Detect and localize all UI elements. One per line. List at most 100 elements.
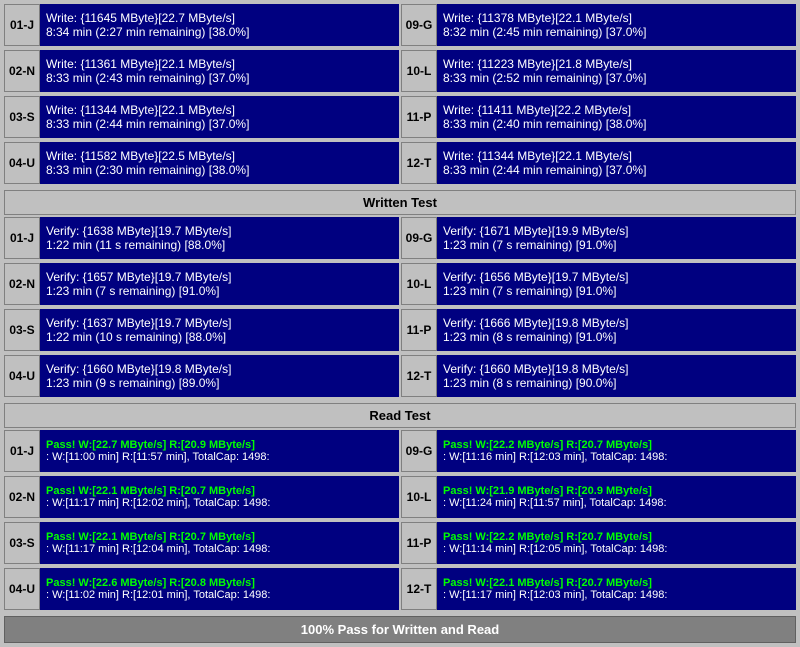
verify-line1-11p: Verify: {1666 MByte}[19.8 MByte/s] (443, 316, 790, 330)
write-cell-10l: Write: {11223 MByte}[21.8 MByte/s] 8:33 … (437, 50, 796, 92)
read-line2-10l: : W:[11:24 min] R:[11:57 min], TotalCap:… (443, 497, 790, 509)
table-row: 09-G Verify: {1671 MByte}[19.9 MByte/s] … (401, 217, 796, 259)
row-id-04u: 04-U (4, 142, 40, 184)
read-line1-04u: Pass! W:[22.6 MByte/s] R:[20.8 MByte/s] (46, 577, 393, 589)
table-row: 10-L Pass! W:[21.9 MByte/s] R:[20.9 MByt… (401, 476, 796, 518)
verify-id-09g: 09-G (401, 217, 437, 259)
verify-id-10l: 10-L (401, 263, 437, 305)
read-line1-11p: Pass! W:[22.2 MByte/s] R:[20.7 MByte/s] (443, 531, 790, 543)
verify-line2-10l: 1:23 min (7 s remaining) [91.0%] (443, 284, 790, 298)
write-line2-04u: 8:33 min (2:30 min remaining) [38.0%] (46, 163, 393, 177)
verify-line2-11p: 1:23 min (8 s remaining) [91.0%] (443, 330, 790, 344)
read-line2-01j: : W:[11:00 min] R:[11:57 min], TotalCap:… (46, 451, 393, 463)
read-cell-04u: Pass! W:[22.6 MByte/s] R:[20.8 MByte/s] … (40, 568, 399, 610)
read-cell-01j: Pass! W:[22.7 MByte/s] R:[20.9 MByte/s] … (40, 430, 399, 472)
verify-cell-09g: Verify: {1671 MByte}[19.9 MByte/s] 1:23 … (437, 217, 796, 259)
write-cell-02n: Write: {11361 MByte}[22.1 MByte/s] 8:33 … (40, 50, 399, 92)
read-id-03s: 03-S (4, 522, 40, 564)
table-row: 12-T Verify: {1660 MByte}[19.8 MByte/s] … (401, 355, 796, 397)
write-line1-04u: Write: {11582 MByte}[22.5 MByte/s] (46, 149, 393, 163)
table-row: 03-S Verify: {1637 MByte}[19.7 MByte/s] … (4, 309, 399, 351)
write-line2-12t: 8:33 min (2:44 min remaining) [37.0%] (443, 163, 790, 177)
write-line2-10l: 8:33 min (2:52 min remaining) [37.0%] (443, 71, 790, 85)
write-line1-10l: Write: {11223 MByte}[21.8 MByte/s] (443, 57, 790, 71)
read-cell-02n: Pass! W:[22.1 MByte/s] R:[20.7 MByte/s] … (40, 476, 399, 518)
table-row: 11-P Pass! W:[22.2 MByte/s] R:[20.7 MByt… (401, 522, 796, 564)
table-row: 01-J Write: {11645 MByte}[22.7 MByte/s] … (4, 4, 399, 46)
verify-cell-03s: Verify: {1637 MByte}[19.7 MByte/s] 1:22 … (40, 309, 399, 351)
read-id-02n: 02-N (4, 476, 40, 518)
footer-status: 100% Pass for Written and Read (4, 616, 796, 643)
read-cell-11p: Pass! W:[22.2 MByte/s] R:[20.7 MByte/s] … (437, 522, 796, 564)
verify-line1-10l: Verify: {1656 MByte}[19.7 MByte/s] (443, 270, 790, 284)
read-line1-03s: Pass! W:[22.1 MByte/s] R:[20.7 MByte/s] (46, 531, 393, 543)
verify-cell-02n: Verify: {1657 MByte}[19.7 MByte/s] 1:23 … (40, 263, 399, 305)
read-right-col: 09-G Pass! W:[22.2 MByte/s] R:[20.7 MByt… (401, 430, 796, 612)
verify-line2-04u: 1:23 min (9 s remaining) [89.0%] (46, 376, 393, 390)
table-row: 01-J Verify: {1638 MByte}[19.7 MByte/s] … (4, 217, 399, 259)
table-row: 03-S Pass! W:[22.1 MByte/s] R:[20.7 MByt… (4, 522, 399, 564)
row-id-10l: 10-L (401, 50, 437, 92)
write-line2-01j: 8:34 min (2:27 min remaining) [38.0%] (46, 25, 393, 39)
row-id-02n: 02-N (4, 50, 40, 92)
table-row: 11-P Write: {11411 MByte}[22.2 MByte/s] … (401, 96, 796, 138)
write-line2-11p: 8:33 min (2:40 min remaining) [38.0%] (443, 117, 790, 131)
table-row: 10-L Verify: {1656 MByte}[19.7 MByte/s] … (401, 263, 796, 305)
read-line1-02n: Pass! W:[22.1 MByte/s] R:[20.7 MByte/s] (46, 485, 393, 497)
verify-cell-11p: Verify: {1666 MByte}[19.8 MByte/s] 1:23 … (437, 309, 796, 351)
read-test-header: Read Test (4, 403, 796, 428)
verify-line1-04u: Verify: {1660 MByte}[19.8 MByte/s] (46, 362, 393, 376)
read-line2-09g: : W:[11:16 min] R:[12:03 min], TotalCap:… (443, 451, 790, 463)
verify-line1-01j: Verify: {1638 MByte}[19.7 MByte/s] (46, 224, 393, 238)
write-line1-11p: Write: {11411 MByte}[22.2 MByte/s] (443, 103, 790, 117)
write-line1-02n: Write: {11361 MByte}[22.1 MByte/s] (46, 57, 393, 71)
write-line1-09g: Write: {11378 MByte}[22.1 MByte/s] (443, 11, 790, 25)
read-line1-01j: Pass! W:[22.7 MByte/s] R:[20.9 MByte/s] (46, 439, 393, 451)
read-line2-02n: : W:[11:17 min] R:[12:02 min], TotalCap:… (46, 497, 393, 509)
write-right-col: 09-G Write: {11378 MByte}[22.1 MByte/s] … (401, 4, 796, 186)
write-line2-03s: 8:33 min (2:44 min remaining) [37.0%] (46, 117, 393, 131)
verify-line2-03s: 1:22 min (10 s remaining) [88.0%] (46, 330, 393, 344)
row-id-09g: 09-G (401, 4, 437, 46)
table-row: 12-T Pass! W:[22.1 MByte/s] R:[20.7 MByt… (401, 568, 796, 610)
verify-right-col: 09-G Verify: {1671 MByte}[19.9 MByte/s] … (401, 217, 796, 399)
read-line2-03s: : W:[11:17 min] R:[12:04 min], TotalCap:… (46, 543, 393, 555)
row-id-03s: 03-S (4, 96, 40, 138)
table-row: 04-U Write: {11582 MByte}[22.5 MByte/s] … (4, 142, 399, 184)
table-row: 03-S Write: {11344 MByte}[22.1 MByte/s] … (4, 96, 399, 138)
write-cell-03s: Write: {11344 MByte}[22.1 MByte/s] 8:33 … (40, 96, 399, 138)
write-cell-04u: Write: {11582 MByte}[22.5 MByte/s] 8:33 … (40, 142, 399, 184)
write-line1-12t: Write: {11344 MByte}[22.1 MByte/s] (443, 149, 790, 163)
read-line1-09g: Pass! W:[22.2 MByte/s] R:[20.7 MByte/s] (443, 439, 790, 451)
table-row: 04-U Verify: {1660 MByte}[19.8 MByte/s] … (4, 355, 399, 397)
verify-line1-02n: Verify: {1657 MByte}[19.7 MByte/s] (46, 270, 393, 284)
read-id-09g: 09-G (401, 430, 437, 472)
verify-line1-09g: Verify: {1671 MByte}[19.9 MByte/s] (443, 224, 790, 238)
write-line2-02n: 8:33 min (2:43 min remaining) [37.0%] (46, 71, 393, 85)
table-row: 11-P Verify: {1666 MByte}[19.8 MByte/s] … (401, 309, 796, 351)
verify-id-04u: 04-U (4, 355, 40, 397)
row-id-01j: 01-J (4, 4, 40, 46)
table-row: 09-G Pass! W:[22.2 MByte/s] R:[20.7 MByt… (401, 430, 796, 472)
write-cell-01j: Write: {11645 MByte}[22.7 MByte/s] 8:34 … (40, 4, 399, 46)
read-id-10l: 10-L (401, 476, 437, 518)
write-line2-09g: 8:32 min (2:45 min remaining) [37.0%] (443, 25, 790, 39)
verify-line1-03s: Verify: {1637 MByte}[19.7 MByte/s] (46, 316, 393, 330)
read-cell-03s: Pass! W:[22.1 MByte/s] R:[20.7 MByte/s] … (40, 522, 399, 564)
read-line2-12t: : W:[11:17 min] R:[12:03 min], TotalCap:… (443, 589, 790, 601)
read-section: 01-J Pass! W:[22.7 MByte/s] R:[20.9 MByt… (4, 430, 796, 612)
verify-cell-12t: Verify: {1660 MByte}[19.8 MByte/s] 1:23 … (437, 355, 796, 397)
verify-section: 01-J Verify: {1638 MByte}[19.7 MByte/s] … (4, 217, 796, 399)
read-line1-10l: Pass! W:[21.9 MByte/s] R:[20.9 MByte/s] (443, 485, 790, 497)
read-line2-04u: : W:[11:02 min] R:[12:01 min], TotalCap:… (46, 589, 393, 601)
verify-id-01j: 01-J (4, 217, 40, 259)
read-id-04u: 04-U (4, 568, 40, 610)
table-row: 02-N Write: {11361 MByte}[22.1 MByte/s] … (4, 50, 399, 92)
table-row: 02-N Pass! W:[22.1 MByte/s] R:[20.7 MByt… (4, 476, 399, 518)
verify-line2-09g: 1:23 min (7 s remaining) [91.0%] (443, 238, 790, 252)
read-cell-12t: Pass! W:[22.1 MByte/s] R:[20.7 MByte/s] … (437, 568, 796, 610)
row-id-12t: 12-T (401, 142, 437, 184)
verify-cell-01j: Verify: {1638 MByte}[19.7 MByte/s] 1:22 … (40, 217, 399, 259)
table-row: 10-L Write: {11223 MByte}[21.8 MByte/s] … (401, 50, 796, 92)
read-cell-10l: Pass! W:[21.9 MByte/s] R:[20.9 MByte/s] … (437, 476, 796, 518)
